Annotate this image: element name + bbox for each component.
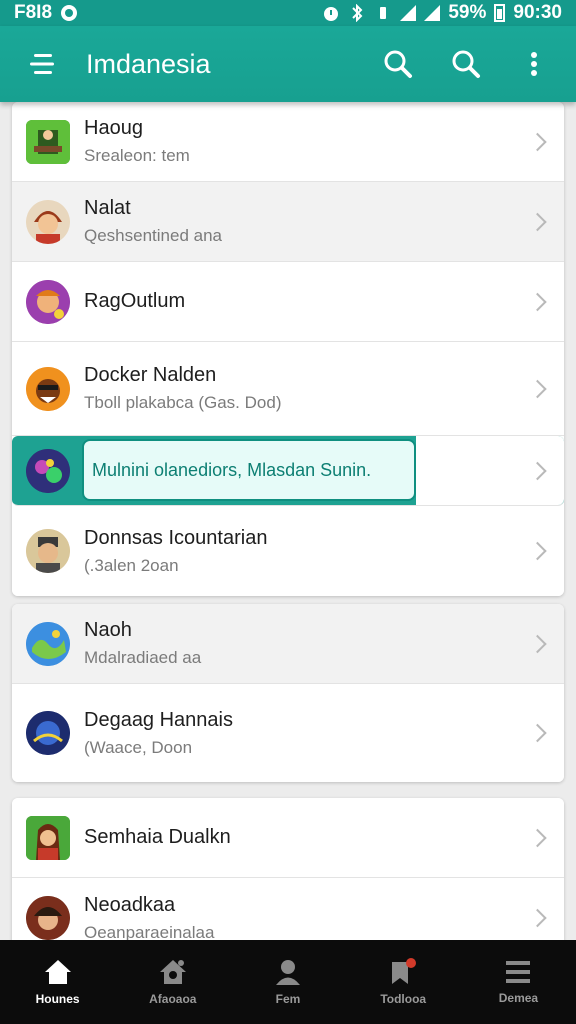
- list-item[interactable]: Degaag Hannais (Waace, Doon: [12, 684, 564, 782]
- nav-label: Hounes: [35, 992, 80, 1006]
- item-subtitle: Tboll plakabca (Gas. Dod): [84, 393, 282, 412]
- item-title: Docker Nalden: [84, 364, 217, 386]
- chevron-right-icon: [528, 541, 547, 561]
- status-time-left: F8I8: [14, 2, 53, 23]
- item-title: RagOutlum: [84, 290, 186, 312]
- search-button[interactable]: [374, 40, 422, 88]
- chevron-right-icon: [528, 828, 547, 847]
- item-title: Mulnini olanediors, Mlasdan Sunin.: [92, 459, 372, 480]
- list-card-2: Naoh Mdalradiaed aa Degaag Hannais (Waac…: [12, 604, 564, 782]
- avatar-icon: [26, 711, 70, 755]
- page-title: Imdanesia: [86, 48, 211, 79]
- item-subtitle: (Waace, Doon: [84, 737, 193, 757]
- search-icon: [452, 50, 480, 78]
- item-title: Semhaia Dualkn: [84, 826, 231, 848]
- chevron-right-icon: [528, 132, 547, 151]
- signal-icon-2: [424, 5, 441, 21]
- nav-profile[interactable]: Fem: [230, 940, 345, 1024]
- list-item[interactable]: Haoug Srealeon: tem: [12, 102, 564, 182]
- item-subtitle: Mdalradiaed aa: [84, 648, 202, 667]
- avatar-icon: [26, 896, 70, 940]
- item-subtitle: Srealeon: tem: [84, 146, 190, 165]
- menu-icon: [30, 54, 54, 74]
- bluetooth-icon: [348, 4, 366, 22]
- nav-more[interactable]: Demea: [461, 940, 576, 1024]
- nav-label: Demea: [498, 991, 539, 1005]
- list-item[interactable]: Docker Nalden Tboll plakabca (Gas. Dod): [12, 342, 564, 436]
- home-icon: [44, 960, 71, 984]
- chevron-right-icon: [528, 379, 547, 398]
- overflow-menu-button[interactable]: [510, 40, 558, 88]
- list-item[interactable]: Neoadkaa Oeanparaeinalaa: [12, 878, 564, 940]
- nav-label: Todlooa: [380, 992, 427, 1006]
- list-container: Haoug Srealeon: tem Nalat Qeshsentined a…: [0, 102, 576, 940]
- search-button-2[interactable]: [442, 40, 490, 88]
- list-item[interactable]: Naoh Mdalradiaed aa: [12, 604, 564, 684]
- highlighted-label-box: Mulnini olanediors, Mlasdan Sunin.: [82, 439, 416, 501]
- list-item[interactable]: Donnsas Icountarian (.3alen 2oan: [12, 506, 564, 596]
- item-subtitle: Qeshsentined ana: [84, 226, 222, 245]
- chevron-right-icon: [528, 908, 547, 928]
- avatar-icon: [26, 199, 70, 244]
- nav-home[interactable]: Hounes: [0, 940, 115, 1024]
- menu-icon: [506, 961, 531, 983]
- battery-icon: [494, 4, 506, 22]
- chevron-right-icon: [528, 212, 547, 231]
- avatar-icon: [26, 815, 70, 860]
- avatar-icon: [26, 448, 70, 493]
- notification-tag-icon: [392, 958, 417, 984]
- signal-icon: [400, 5, 417, 21]
- status-clock: 90:30: [513, 2, 562, 23]
- search-icon: [384, 50, 412, 78]
- app-bar: Imdanesia: [0, 26, 576, 102]
- vibrate-icon: [374, 4, 392, 22]
- alarm-icon: [322, 4, 340, 22]
- nav-label: Fem: [275, 992, 301, 1006]
- nav-second[interactable]: Afaoaoa: [115, 940, 230, 1024]
- person-icon: [276, 960, 300, 985]
- list-card-3: Semhaia Dualkn Neoadkaa Oeanparaeinalaa: [12, 798, 564, 940]
- list-item[interactable]: Nalat Qeshsentined ana: [12, 182, 564, 262]
- item-title: Naoh: [84, 619, 132, 641]
- chevron-right-icon: [528, 292, 547, 311]
- list-item-highlighted[interactable]: Mulnini olanediors, Mlasdan Sunin.: [12, 436, 564, 506]
- notification-icon: [60, 4, 78, 22]
- list-item[interactable]: Semhaia Dualkn: [12, 798, 564, 878]
- nav-fourth[interactable]: Todlooa: [346, 940, 461, 1024]
- item-title: Donnsas Icountarian: [84, 526, 268, 549]
- nav-label: Afaoaoa: [149, 992, 197, 1006]
- avatar-icon: [26, 366, 70, 411]
- more-vert-icon: [531, 52, 537, 76]
- bottom-navigation: Hounes Afaoaoa Fem Todlooa Demea: [0, 940, 576, 1024]
- menu-button[interactable]: [22, 44, 62, 84]
- item-title: Degaag Hannais: [84, 708, 233, 731]
- chevron-right-icon: [528, 723, 547, 743]
- item-title: Neoadkaa: [84, 893, 176, 916]
- game-avatar-icon: [26, 119, 70, 164]
- avatar-icon: [26, 279, 70, 324]
- list-card-1: Haoug Srealeon: tem Nalat Qeshsentined a…: [12, 102, 564, 596]
- chevron-right-icon: [528, 634, 547, 653]
- item-subtitle: Oeanparaeinalaa: [84, 922, 215, 941]
- item-subtitle: (.3alen 2oan: [84, 555, 179, 575]
- avatar-icon: [26, 529, 70, 573]
- item-title: Haoug: [84, 117, 143, 139]
- house-settings-icon: [159, 960, 186, 984]
- globe-avatar-icon: [26, 621, 70, 666]
- status-bar: F8I8 59% 90:30: [0, 0, 576, 26]
- list-item[interactable]: RagOutlum: [12, 262, 564, 342]
- item-title: Nalat: [84, 197, 131, 219]
- battery-percent: 59%: [448, 2, 487, 23]
